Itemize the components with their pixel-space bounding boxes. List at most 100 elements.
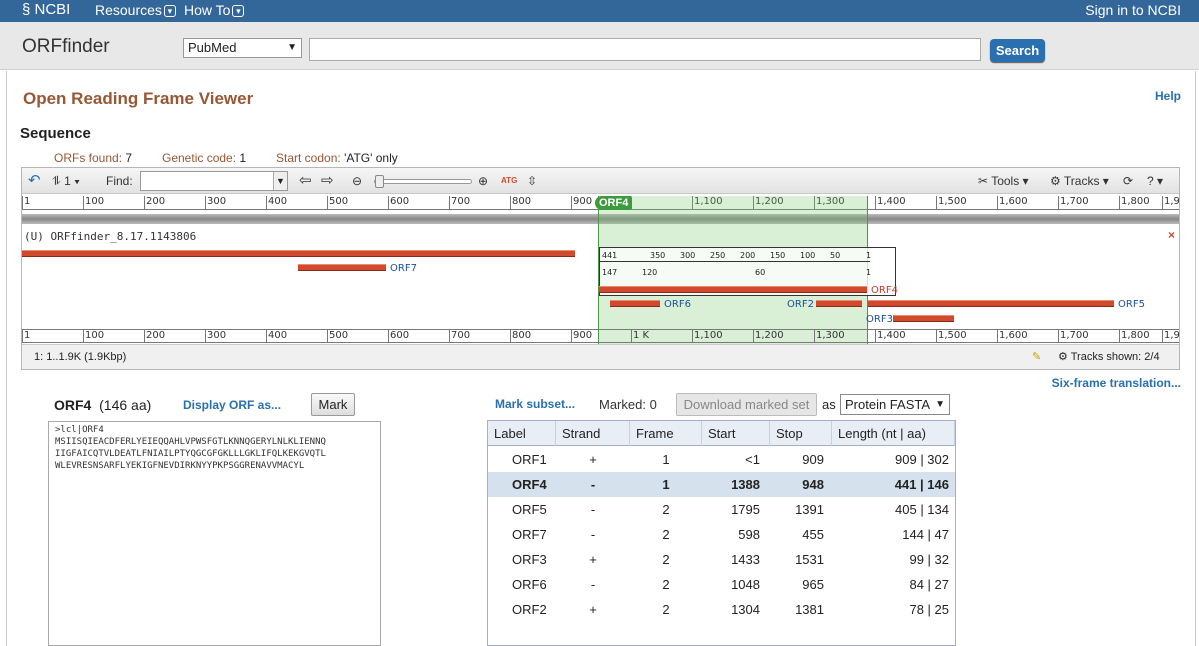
zoom-slider-handle[interactable] — [375, 175, 384, 188]
orf4-bar[interactable] — [599, 286, 867, 293]
table-cell: <1 — [745, 452, 760, 467]
mark-button[interactable]: Mark — [311, 393, 355, 416]
ruler-tick-label: 300 — [207, 330, 227, 341]
ruler-tick — [327, 330, 328, 343]
find-input[interactable]: ▼ — [140, 171, 288, 191]
frame-selector[interactable]: ⥮ 1 ▾ — [52, 172, 80, 190]
column-header[interactable]: Frame — [630, 421, 702, 446]
zoom-out-icon[interactable]: ⊖ — [352, 172, 362, 190]
column-header[interactable]: Stop — [770, 421, 832, 446]
mark-subset-link[interactable]: Mark subset... — [495, 397, 575, 411]
orf-panel-heading: ORF4 (146 aa) — [54, 397, 151, 413]
chevron-down-icon: ▾ — [232, 5, 245, 18]
undo-icon[interactable]: ↶ — [28, 172, 41, 190]
tools-menu[interactable]: ✂ Tools ▾ — [978, 172, 1029, 190]
ruler-tick — [449, 196, 450, 209]
orf1-bar[interactable] — [22, 250, 575, 257]
zoom-tick-label: 147 — [602, 268, 618, 277]
ncbi-helix-icon: § — [22, 1, 35, 18]
table-row[interactable]: ORF3 +2 1433 1531 99 | 32 — [488, 547, 955, 572]
table-cell: - — [590, 527, 596, 542]
table-row[interactable]: ORF5 - 2 1795 1391 405 | 134 — [488, 497, 955, 522]
table-row[interactable]: ORF2 +2 1304 1381 78 | 25 — [488, 597, 955, 622]
zoom-tick-label: 100 — [800, 251, 816, 260]
ruler-tick — [22, 196, 23, 209]
ruler-tick-label: 600 — [390, 330, 410, 341]
table-cell: ORF1 — [512, 452, 547, 467]
ruler-tick — [571, 330, 572, 343]
ruler-tick-label: 1,700 — [1060, 330, 1089, 341]
zoom-tick-label: 250 — [710, 251, 726, 260]
table-row[interactable]: ORF4 - 1 1388 948 441 | 146 — [488, 472, 955, 497]
tracks-menu[interactable]: ⚙ Tracks ▾ — [1050, 172, 1109, 190]
sign-in-link[interactable]: Sign in to NCBI — [1085, 0, 1181, 20]
orf2-bar[interactable] — [816, 300, 862, 307]
table-row[interactable]: ORF6 - 2 1048 965 84 | 27 — [488, 572, 955, 597]
table-row[interactable]: ORF7 - 2 598 455 144 | 47 — [488, 522, 955, 547]
tracks-label: Tracks — [1063, 174, 1100, 188]
orf6-bar[interactable] — [610, 300, 660, 307]
table-cell: 909 — [802, 452, 824, 467]
zoom-tick-label: 200 — [740, 251, 756, 260]
as-label: as — [822, 397, 836, 412]
ruler-tick-label: 1,100 — [694, 330, 723, 341]
ruler-tick-label: 1,400 — [877, 330, 906, 341]
ncbi-logo[interactable]: § NCBI — [22, 0, 70, 22]
orf5-label: ORF5 — [1118, 299, 1145, 310]
pan-right-icon[interactable]: ⇨ — [321, 172, 334, 190]
howto-menu[interactable]: How To ▾ — [184, 0, 245, 20]
ruler-tick-label: 1 — [24, 330, 31, 341]
six-frame-link[interactable]: Six-frame translation... — [1052, 376, 1181, 390]
ruler-tick-label: 500 — [329, 330, 349, 341]
search-input[interactable] — [309, 38, 981, 61]
table-cell: 598 — [738, 527, 760, 542]
search-button[interactable]: Search — [990, 39, 1045, 62]
table-cell: - — [590, 577, 596, 592]
pan-left-icon[interactable]: ⇦ — [299, 172, 312, 190]
orfs-found-value: 7 — [125, 151, 133, 165]
orf-sequence-text[interactable]: >lcl|ORF4 MSIISQIEACDFERLYEIEQQAHLVPWSFG… — [48, 421, 381, 646]
column-header[interactable]: Strand — [556, 421, 630, 446]
close-icon[interactable]: × — [1168, 228, 1175, 242]
dropdown-arrow-icon: ▼ — [287, 42, 297, 53]
zoom-tick-label: 50 — [830, 251, 841, 260]
orf3-bar[interactable] — [893, 315, 954, 322]
chevron-down-icon[interactable]: ▼ — [273, 172, 287, 190]
help-icon[interactable]: ? ▾ — [1147, 172, 1163, 190]
orfs-found-label: ORFs found: — [54, 151, 123, 165]
column-header[interactable]: Start — [702, 421, 770, 446]
orf5-bar[interactable] — [868, 300, 1114, 307]
ruler-tick — [205, 330, 206, 343]
format-select[interactable]: Protein FASTA ▼ — [840, 394, 950, 415]
database-select[interactable]: PubMed ▼ — [183, 38, 302, 58]
orf7-bar[interactable] — [298, 264, 386, 271]
ruler-tick-label: 100 — [85, 330, 105, 341]
column-header[interactable]: Length (nt | aa) — [832, 421, 955, 446]
table-cell: 1531 — [795, 552, 824, 567]
table-cell: + — [589, 452, 597, 467]
help-link[interactable]: Help — [1155, 89, 1181, 103]
download-marked-button[interactable]: Download marked set — [676, 393, 817, 416]
orf3-label: ORF3 — [866, 314, 893, 325]
strands-icon: ⥮ — [52, 174, 61, 188]
resources-menu[interactable]: Resources ▾ — [95, 0, 176, 20]
column-header[interactable]: Label — [488, 421, 556, 446]
fit-icon[interactable]: ⇳ — [527, 172, 537, 190]
ruler-tick-label: 1,800 — [1121, 196, 1150, 207]
zoom-slider[interactable] — [374, 175, 472, 188]
atg-icon[interactable]: ATG — [501, 172, 517, 190]
orf-length: (146 aa) — [99, 397, 152, 413]
ruler-tick — [449, 330, 450, 343]
refresh-icon[interactable]: ⟳ — [1123, 172, 1133, 190]
orf-name: ORF4 — [54, 397, 92, 413]
ruler-tick — [1162, 330, 1163, 343]
tracks-shown[interactable]: ⚙ Tracks shown: 2/4 — [1058, 345, 1160, 369]
zoom-in-icon[interactable]: ⊕ — [478, 172, 488, 190]
selected-orf-tag[interactable]: ORF4 — [595, 196, 633, 210]
search-header: ORFfinder PubMed ▼ Search — [0, 22, 1199, 70]
sequence-viewer[interactable]: ↶ ⥮ 1 ▾ Find: ▼ ⇦ ⇨ ⊖ ⊕ ATG ⇳ ✂ Tools ▾ … — [21, 167, 1180, 370]
pencil-icon[interactable]: ✎ — [1032, 345, 1041, 369]
ruler-tick-label: 900 — [573, 196, 593, 207]
display-orf-as-link[interactable]: Display ORF as... — [183, 398, 281, 412]
table-row[interactable]: ORF1 +1 <1 909 909 | 302 — [488, 447, 955, 472]
